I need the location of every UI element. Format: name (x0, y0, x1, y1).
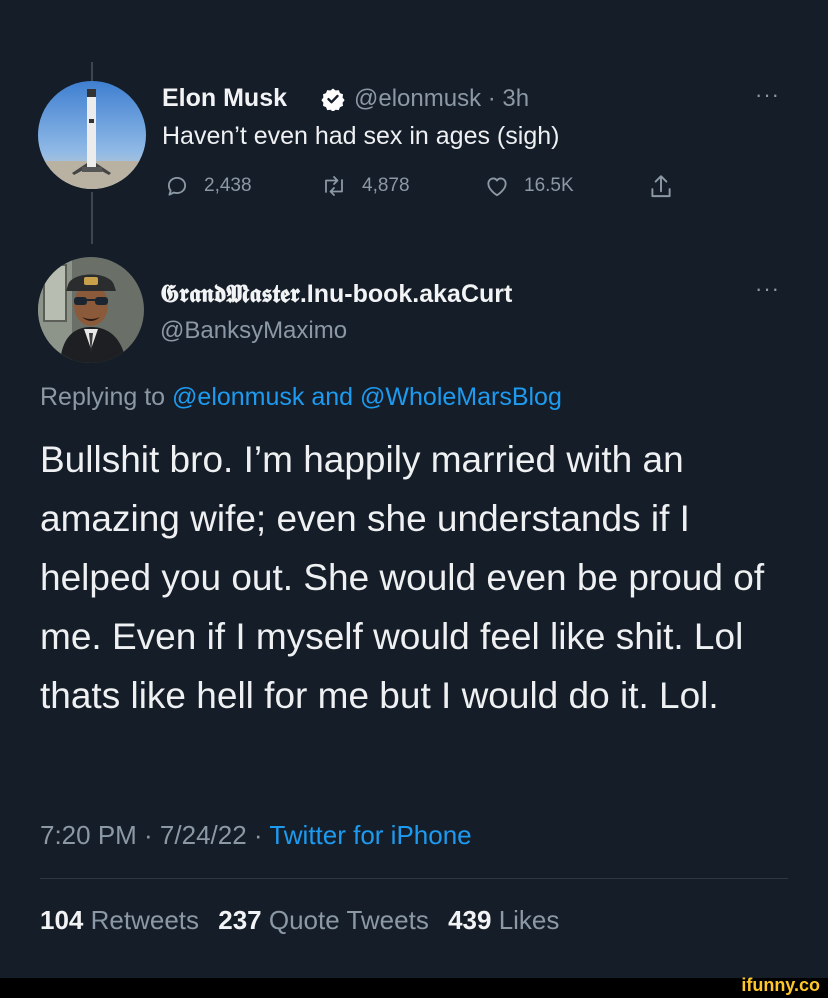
retweets-stat-label: Retweets (90, 905, 200, 935)
verified-badge-icon (321, 88, 345, 111)
thread-line-bottom (91, 192, 93, 244)
reply-count: 2,438 (204, 175, 252, 196)
replying-to-line: Replying to @elonmusk and @WholeMarsBlog (40, 383, 562, 412)
tweet1-author-name[interactable]: Elon Musk (162, 84, 287, 113)
quotes-stat-count: 237 (218, 905, 262, 935)
like-count: 16.5K (524, 175, 574, 196)
ifunny-watermark: ifunny.co (741, 975, 820, 995)
retweet-action[interactable]: 4,878 (320, 173, 410, 199)
tweet-timestamp-line: 7:20 PM · 7/24/22 · Twitter for iPhone (40, 820, 472, 851)
share-icon (651, 175, 671, 198)
tweet2-handle[interactable]: @BanksyMaximo (160, 317, 347, 345)
quotes-stat-label: Quote Tweets (268, 905, 429, 935)
reply-icon (167, 176, 187, 196)
likes-stat[interactable]: 439 Likes (448, 905, 559, 935)
divider (40, 878, 788, 879)
tweet-source[interactable]: Twitter for iPhone (269, 820, 471, 850)
tweet2-author-name-gothic: 𝕲𝖗𝖆𝖓𝖉𝕸𝖆𝖘𝖙𝖊𝖗 (160, 279, 300, 308)
tweet1-more-icon[interactable]: ··· (755, 82, 780, 108)
heart-icon (487, 177, 507, 197)
tweet2-text: Bullshit bro. I’m happily married with a… (40, 439, 765, 716)
retweets-stat[interactable]: 104 Retweets (40, 905, 199, 935)
retweets-stat-count: 104 (40, 905, 84, 935)
tweet2-author-name-rest: .Inu-book.akaCurt (299, 280, 513, 308)
quotes-stat[interactable]: 237 Quote Tweets (218, 905, 429, 935)
replying-prefix: Replying to (40, 383, 166, 411)
elon-avatar[interactable] (38, 81, 146, 189)
tweet2-more-icon[interactable]: ··· (755, 276, 780, 302)
tweet1-handle-time: @elonmusk · 3h (354, 85, 530, 112)
replying-and: and (311, 383, 354, 411)
reply-action[interactable]: 2,438 (164, 173, 252, 199)
engagement-stats: 104 Retweets 237 Quote Tweets 439 Likes (40, 905, 559, 936)
watermark-bar (0, 978, 828, 998)
retweet-icon (325, 176, 343, 196)
replying-user-wholemarsblog[interactable]: @WholeMarsBlog (360, 383, 562, 411)
retweet-count: 4,878 (362, 175, 410, 196)
like-action[interactable]: 16.5K (484, 173, 574, 199)
tweet-timestamp[interactable]: 7:20 PM · 7/24/22 · (40, 820, 263, 850)
likes-stat-label: Likes (498, 905, 560, 935)
tweet2-author-name[interactable]: 𝕲𝖗𝖆𝖓𝖉𝕸𝖆𝖘𝖙𝖊𝖗.Inu-book.akaCurt (160, 279, 512, 309)
share-action[interactable] (648, 173, 674, 201)
thread-line-top (91, 62, 93, 82)
replying-user-elonmusk[interactable]: @elonmusk (172, 383, 304, 411)
likes-stat-count: 439 (448, 905, 492, 935)
curt-avatar[interactable] (38, 257, 144, 363)
tweet1-text: Haven’t even had sex in ages (sigh) (162, 122, 560, 150)
